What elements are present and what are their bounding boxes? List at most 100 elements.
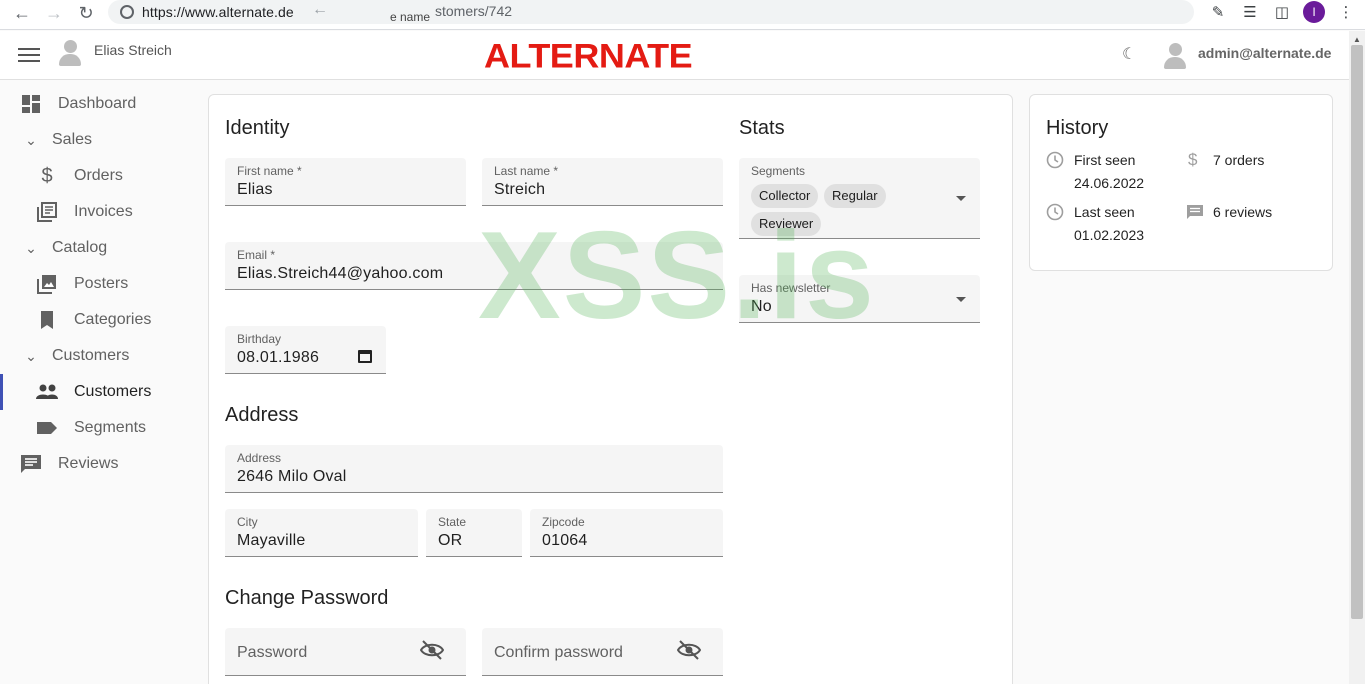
sidebar-label-dashboard: Dashboard (58, 95, 137, 112)
drag-arrow-icon: ← (312, 1, 328, 18)
sidebar-group-customers[interactable]: ⌄ Customers (20, 338, 129, 374)
dropdown-arrow-icon[interactable] (956, 196, 966, 201)
segment-chip[interactable]: Regular (824, 184, 886, 208)
email-label: Email * (237, 248, 276, 262)
drag-ghost-text: e name (390, 10, 431, 24)
sidebar-item-posters[interactable]: Posters (36, 266, 128, 302)
password-field[interactable]: Password (225, 628, 466, 676)
more-menu-icon[interactable]: ⋮ (1335, 1, 1357, 23)
confirm-password-field[interactable]: Confirm password (482, 628, 723, 676)
segment-chip[interactable]: Collector (751, 184, 819, 208)
user-avatar-icon (57, 40, 83, 66)
sidebar-item-dashboard[interactable]: Dashboard (20, 86, 136, 122)
comment-icon (1186, 204, 1204, 225)
identity-heading: Identity (225, 117, 290, 139)
newsletter-label: Has newsletter (751, 281, 831, 295)
confirm-password-placeholder: Confirm password (494, 644, 623, 661)
address-value: 2646 Milo Oval (237, 468, 347, 485)
calendar-icon[interactable] (358, 350, 372, 363)
first-name-field[interactable]: First name * Elias (225, 158, 466, 206)
email-field[interactable]: Email * Elias.Streich44@yahoo.com (225, 242, 723, 290)
first-seen-value: 24.06.2022 (1074, 175, 1145, 191)
last-name-value: Streich (494, 181, 546, 198)
sidebar-label-segments: Segments (74, 419, 147, 436)
sidebar-group-sales[interactable]: ⌄ Sales (20, 122, 92, 158)
state-value: OR (438, 532, 463, 549)
sidebar-item-orders[interactable]: $ Orders (36, 158, 123, 194)
theme-toggle-moon-icon[interactable]: ☾ (1122, 44, 1136, 64)
sidebar-item-reviews[interactable]: Reviews (20, 446, 118, 482)
hamburger-menu-icon[interactable] (18, 45, 40, 65)
segments-select[interactable]: Segments Collector Regular Reviewer (739, 158, 980, 239)
state-field[interactable]: State OR (426, 509, 522, 557)
visibility-off-icon[interactable] (676, 640, 702, 665)
segments-label: Segments (751, 164, 806, 178)
birthday-field[interactable]: Birthday 08.01.1986 (225, 326, 386, 374)
last-seen-label: Last seen (1074, 204, 1135, 220)
sidebar-item-segments[interactable]: Segments (36, 410, 146, 446)
people-icon (36, 381, 58, 403)
sidebar-label-sales: Sales (52, 131, 93, 148)
clock-icon (1046, 203, 1064, 226)
site-info-icon[interactable] (120, 5, 134, 19)
history-card: History First seen 24.06.2022 Last seen … (1029, 94, 1333, 271)
state-label: State (438, 515, 467, 529)
profile-avatar[interactable]: I (1303, 1, 1325, 23)
back-arrow-icon[interactable]: ← (6, 1, 38, 25)
chevron-down-icon: ⌄ (25, 347, 37, 364)
first-name-value: Elias (237, 181, 273, 198)
sidebar-label-orders: Orders (74, 167, 123, 184)
media-queue-icon[interactable]: ☰ (1239, 1, 1261, 23)
sidebar-label-reviews: Reviews (58, 455, 119, 472)
zipcode-value: 01064 (542, 532, 588, 549)
scroll-up-icon[interactable]: ▲ (1353, 35, 1361, 44)
newsletter-select[interactable]: Has newsletter No (739, 275, 980, 323)
sidebar-item-invoices[interactable]: Invoices (36, 194, 133, 230)
browser-actions: ✎ ☰ ◫ I ⋮ (1207, 0, 1357, 24)
sidebar-label-customers: Customers (74, 383, 152, 400)
bookmark-icon (36, 309, 58, 331)
admin-avatar-icon[interactable] (1162, 43, 1188, 69)
scrollbar-thumb[interactable] (1351, 45, 1363, 619)
reload-icon[interactable]: ↻ (70, 1, 102, 25)
sidebar-item-customers[interactable]: Customers (36, 374, 151, 410)
address-heading: Address (225, 404, 299, 426)
side-panel-icon[interactable]: ◫ (1271, 1, 1293, 23)
forward-arrow-icon[interactable]: → (38, 1, 70, 25)
sidebar-item-categories[interactable]: Categories (36, 302, 151, 338)
page-scrollbar[interactable]: ▲ (1349, 31, 1365, 684)
customer-edit-card: Identity First name * Elias Last name * … (208, 94, 1013, 684)
zipcode-field[interactable]: Zipcode 01064 (530, 509, 723, 557)
city-label: City (237, 515, 258, 529)
record-user-name: Elias Streich (94, 42, 172, 58)
last-name-label: Last name * (494, 164, 559, 178)
address-field[interactable]: Address 2646 Milo Oval (225, 445, 723, 493)
active-indicator (0, 374, 3, 410)
segment-chip[interactable]: Reviewer (751, 212, 822, 236)
brand-logo[interactable]: ALTERNATE (484, 36, 693, 76)
last-seen-value: 01.02.2023 (1074, 227, 1145, 243)
history-heading: History (1046, 117, 1109, 139)
reviews-count: 6 reviews (1213, 204, 1273, 220)
extensions-icon[interactable]: ✎ (1207, 1, 1229, 23)
chevron-down-icon: ⌄ (25, 131, 37, 148)
first-name-label: First name * (237, 164, 302, 178)
chevron-down-icon: ⌄ (25, 239, 37, 256)
comment-icon (20, 453, 42, 475)
admin-email[interactable]: admin@alternate.de (1198, 45, 1331, 61)
dashboard-icon (20, 93, 42, 115)
dollar-icon: $ (41, 164, 53, 187)
sidebar-group-catalog[interactable]: ⌄ Catalog (20, 230, 107, 266)
sidebar-label-posters: Posters (74, 275, 129, 292)
city-value: Mayaville (237, 532, 306, 549)
change-password-heading: Change Password (225, 587, 389, 609)
label-tag-icon (36, 417, 58, 439)
image-collection-icon (36, 273, 58, 295)
last-name-field[interactable]: Last name * Streich (482, 158, 723, 206)
sidebar-label-categories: Categories (74, 311, 152, 328)
city-field[interactable]: City Mayaville (225, 509, 418, 557)
address-bar[interactable]: https://www.alternate.de ← e name stomer… (108, 0, 1194, 24)
visibility-off-icon[interactable] (419, 640, 445, 665)
dropdown-arrow-icon[interactable] (956, 297, 966, 302)
orders-count: 7 orders (1213, 152, 1265, 168)
